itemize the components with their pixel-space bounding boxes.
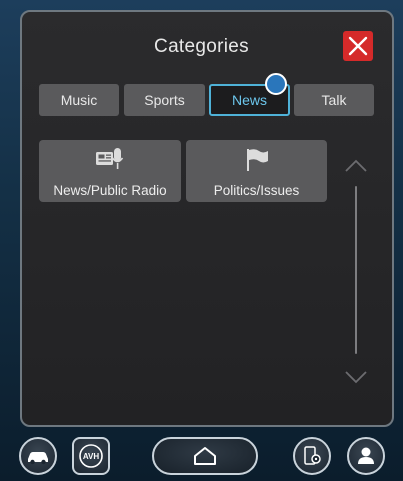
active-indicator-dot [265,73,287,95]
car-icon [28,452,48,465]
scrollbar-track[interactable] [355,186,357,354]
categories-dialog [20,10,394,427]
profile-button[interactable] [347,437,385,475]
home-icon [194,447,216,465]
phone-settings-button[interactable] [293,437,331,475]
tab-talk[interactable]: Talk [294,84,374,116]
newspaper-microphone-icon [96,148,124,169]
close-button[interactable] [343,31,373,61]
home-button[interactable] [152,437,258,475]
tab-sports[interactable]: Sports [124,84,205,116]
category-label: News/Public Radio [53,183,167,198]
chevron-up-icon[interactable] [344,158,368,174]
flag-icon [246,149,268,171]
category-label: Politics/Issues [213,183,300,198]
category-news-public-radio[interactable]: News/Public Radio [39,140,181,202]
chevron-down-icon[interactable] [344,369,368,385]
tab-music[interactable]: Music [39,84,119,116]
avh-icon: AVH [79,444,103,468]
category-politics-issues[interactable]: Politics/Issues [186,140,327,202]
close-x-icon [348,36,368,56]
vehicle-button[interactable] [19,437,57,475]
avh-source-button[interactable]: AVH [72,437,110,475]
avh-label: AVH [83,452,100,461]
person-icon [358,447,374,464]
phone-settings-icon [304,446,321,465]
